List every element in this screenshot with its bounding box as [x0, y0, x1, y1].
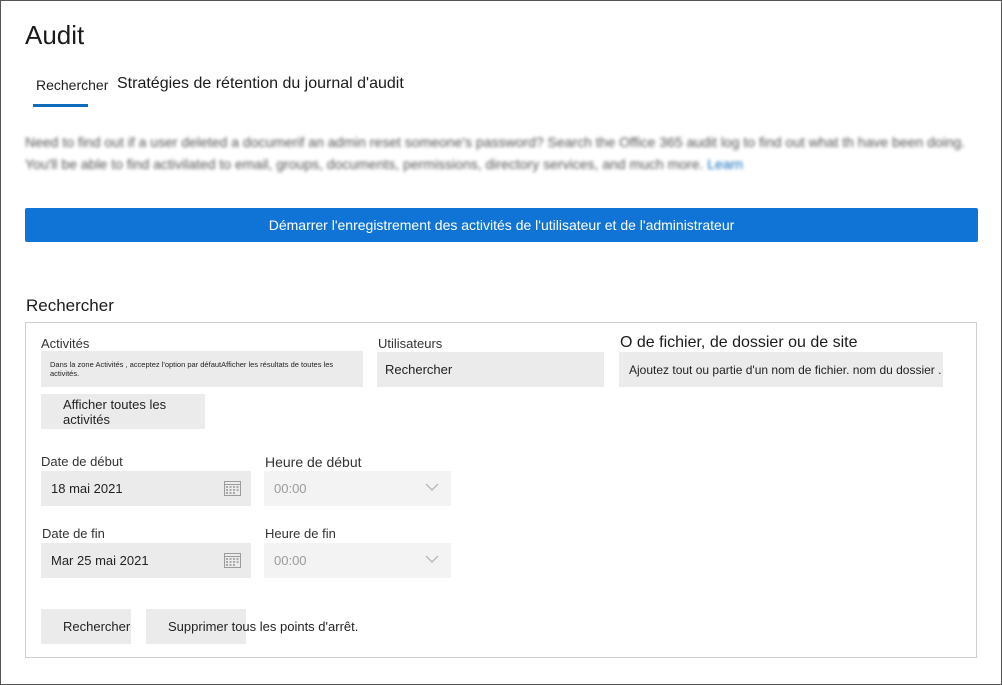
end-time-select[interactable]: 00:00	[264, 543, 451, 578]
calendar-icon[interactable]	[224, 552, 241, 568]
start-time-label: Heure de début	[265, 454, 362, 470]
search-button-label: Rechercher	[63, 619, 131, 634]
page-title: Audit	[25, 20, 85, 50]
end-date-label: Date de fin	[42, 526, 105, 541]
end-date-value: Mar 25 mai 2021	[51, 553, 149, 568]
start-time-value: 00:00	[274, 481, 307, 496]
chevron-down-icon	[425, 555, 439, 563]
users-placeholder: Rechercher	[385, 362, 453, 377]
search-section-title: Rechercher	[26, 296, 114, 315]
show-all-activities-button[interactable]: Afficher toutes les activités	[41, 394, 205, 429]
users-label: Utilisateurs	[378, 336, 443, 351]
tab-search[interactable]: Rechercher	[36, 77, 108, 93]
start-date-value: 18 mai 2021	[51, 481, 123, 496]
end-time-value: 00:00	[274, 553, 307, 568]
start-date-label: Date de début	[41, 454, 123, 469]
calendar-icon[interactable]	[224, 480, 241, 496]
intro-description: Need to find out if a user deleted a doc…	[25, 131, 975, 175]
tab-retention-policies[interactable]: Stratégies de rétention du journal d'aud…	[117, 75, 404, 93]
search-button[interactable]: Rechercher	[41, 609, 131, 644]
active-tab-indicator	[33, 104, 88, 107]
clear-button-label: Supprimer tous les points d'arrêt.	[168, 619, 359, 634]
users-search-input[interactable]: Rechercher	[377, 352, 604, 387]
file-folder-site-label: O de fichier, de dossier ou de site	[620, 334, 858, 351]
file-folder-site-input[interactable]: Ajoutez tout ou partie d'un nom de fichi…	[619, 352, 943, 387]
activities-dropdown[interactable]: Dans la zone Activités , acceptez l'opti…	[41, 351, 363, 387]
end-time-label: Heure de fin	[265, 526, 336, 541]
start-time-select[interactable]: 00:00	[264, 471, 451, 506]
learn-more-link[interactable]: Learn	[707, 156, 743, 172]
activities-value: Dans la zone Activités , acceptez l'opti…	[50, 360, 334, 378]
start-recording-button[interactable]: Démarrer l'enregistrement des activités …	[25, 208, 978, 242]
file-folder-site-placeholder: Ajoutez tout ou partie d'un nom de fichi…	[629, 362, 942, 377]
end-date-picker[interactable]: Mar 25 mai 2021	[41, 543, 251, 578]
show-all-activities-label: Afficher toutes les activités	[63, 396, 167, 427]
chevron-down-icon	[425, 483, 439, 491]
activities-label: Activités	[41, 336, 90, 351]
clear-button[interactable]: Supprimer tous les points d'arrêt.	[146, 609, 358, 644]
start-date-picker[interactable]: 18 mai 2021	[41, 471, 251, 506]
intro-text: Need to find out if a user deleted a doc…	[25, 134, 966, 172]
